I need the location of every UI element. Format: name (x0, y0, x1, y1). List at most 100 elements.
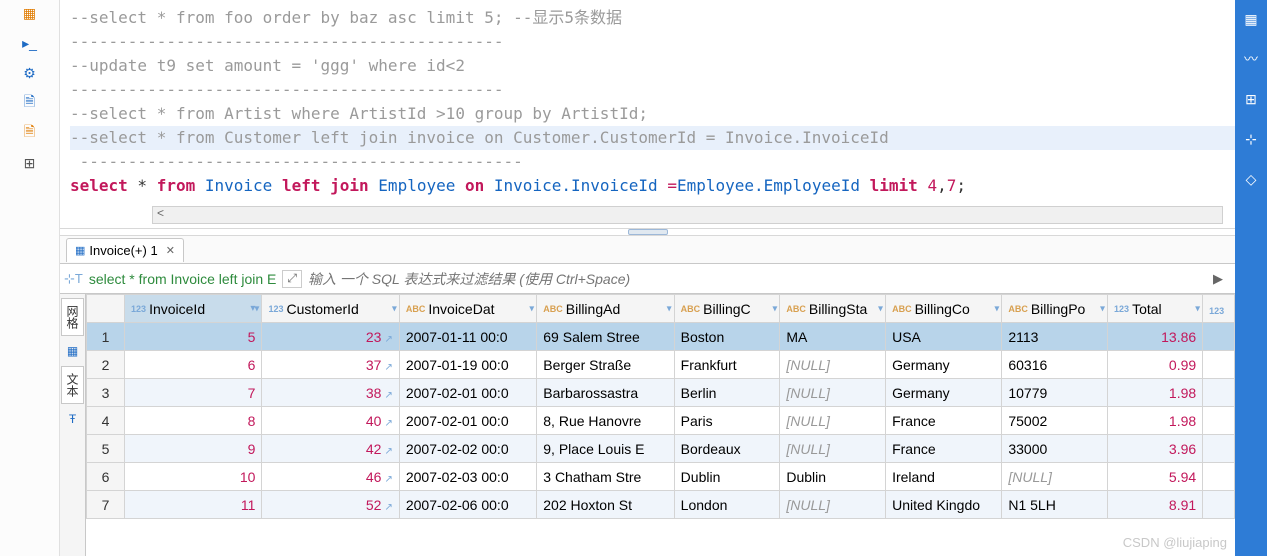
cell-billingpo[interactable]: 60316 (1002, 351, 1108, 379)
column-header-billingc[interactable]: ABCBillingC▾ (674, 295, 780, 323)
cell-invoiceid[interactable]: 11 (125, 491, 262, 519)
cell-total[interactable]: 3.96 (1108, 435, 1203, 463)
splitter-handle-icon[interactable] (628, 229, 668, 235)
cell-billingad[interactable]: 9, Place Louis E (537, 435, 674, 463)
cell-customerid[interactable]: 42↗ (262, 435, 399, 463)
arrow-right-icon[interactable]: ▶ (1205, 271, 1231, 287)
cell-invoiceid[interactable]: 6 (125, 351, 262, 379)
result-tab[interactable]: ▦ Invoice(+) 1 ✕ (66, 238, 184, 262)
script-icon[interactable]: ▦ (21, 4, 39, 22)
cell-billingc[interactable]: London (674, 491, 780, 519)
cell-billingad[interactable]: Barbarossastra (537, 379, 674, 407)
cell-billingad[interactable]: 8, Rue Hanovre (537, 407, 674, 435)
column-header-customerid[interactable]: 123CustomerId▾ (262, 295, 399, 323)
cell-billingc[interactable]: Boston (674, 323, 780, 351)
row-number[interactable]: 1 (87, 323, 125, 351)
cell-billingsta[interactable]: [NULL] (780, 379, 886, 407)
rail-table-icon[interactable]: ▦ (1242, 10, 1260, 28)
cell-billingpo[interactable]: 33000 (1002, 435, 1108, 463)
column-header-invoiceid[interactable]: 123InvoiceId▾▾ (125, 295, 262, 323)
rail-cube-icon[interactable]: ◇ (1242, 170, 1260, 188)
row-number[interactable]: 5 (87, 435, 125, 463)
cell-total[interactable]: 5.94 (1108, 463, 1203, 491)
corner-cell[interactable] (87, 295, 125, 323)
cell-billingc[interactable]: Bordeaux (674, 435, 780, 463)
cell-customerid[interactable]: 52↗ (262, 491, 399, 519)
cell-billingsta[interactable]: [NULL] (780, 351, 886, 379)
table-row[interactable]: 61046↗2007-02-03 00:03 Chatham StreDubli… (87, 463, 1235, 491)
cell-billingsta[interactable]: [NULL] (780, 407, 886, 435)
cell-invoiceid[interactable]: 8 (125, 407, 262, 435)
cell-invoiceid[interactable]: 9 (125, 435, 262, 463)
cell-billingc[interactable]: Berlin (674, 379, 780, 407)
cell-invoicedat[interactable]: 2007-01-19 00:0 (399, 351, 536, 379)
cell-billingpo[interactable]: [NULL] (1002, 463, 1108, 491)
cell-billingco[interactable]: USA (886, 323, 1002, 351)
column-header-extra[interactable]: 123 (1203, 295, 1235, 323)
cell-billingpo[interactable]: N1 5LH (1002, 491, 1108, 519)
cell-billingc[interactable]: Frankfurt (674, 351, 780, 379)
row-number[interactable]: 7 (87, 491, 125, 519)
file-icon[interactable]: 🗎 (21, 94, 39, 112)
column-header-total[interactable]: 123Total▾ (1108, 295, 1203, 323)
cell-billingpo[interactable]: 10779 (1002, 379, 1108, 407)
cell-billingad[interactable]: 69 Salem Stree (537, 323, 674, 351)
cell-total[interactable]: 1.98 (1108, 407, 1203, 435)
cell-billingc[interactable]: Paris (674, 407, 780, 435)
cell-customerid[interactable]: 40↗ (262, 407, 399, 435)
close-icon[interactable]: ✕ (166, 244, 175, 257)
cell-invoiceid[interactable]: 10 (125, 463, 262, 491)
cell-invoicedat[interactable]: 2007-01-11 00:0 (399, 323, 536, 351)
rail-chart-icon[interactable]: 〰 (1242, 50, 1260, 68)
file-edit-icon[interactable]: 🗎 (21, 124, 39, 142)
cell-billingco[interactable]: Ireland (886, 463, 1002, 491)
side-tab-text[interactable]: 文本 (61, 366, 84, 404)
column-header-billingpo[interactable]: ABCBillingPo▾ (1002, 295, 1108, 323)
cell-invoiceid[interactable]: 5 (125, 323, 262, 351)
cell-customerid[interactable]: 38↗ (262, 379, 399, 407)
table-row[interactable]: 4840↗2007-02-01 00:08, Rue HanovreParis[… (87, 407, 1235, 435)
console-icon[interactable]: ▸_ (21, 34, 39, 52)
rail-dashboard-icon[interactable]: ⊞ (1242, 90, 1260, 108)
cell-billingco[interactable]: France (886, 407, 1002, 435)
cell-billingad[interactable]: Berger Straße (537, 351, 674, 379)
cell-billingpo[interactable]: 2113 (1002, 323, 1108, 351)
cell-total[interactable]: 8.91 (1108, 491, 1203, 519)
cell-billingsta[interactable]: [NULL] (780, 491, 886, 519)
filter-query-icon[interactable]: ⊹T (64, 271, 83, 287)
row-number[interactable]: 2 (87, 351, 125, 379)
table-row[interactable]: 1523↗2007-01-11 00:069 Salem StreeBoston… (87, 323, 1235, 351)
row-number[interactable]: 3 (87, 379, 125, 407)
rail-tree-icon[interactable]: ⊹ (1242, 130, 1260, 148)
side-tab-grid[interactable]: 网格 (61, 298, 84, 336)
cell-customerid[interactable]: 37↗ (262, 351, 399, 379)
cell-invoicedat[interactable]: 2007-02-01 00:0 (399, 407, 536, 435)
text-small-icon[interactable]: Ŧ (69, 412, 76, 426)
grid-small-icon[interactable]: ▦ (67, 344, 78, 358)
cell-total[interactable]: 0.99 (1108, 351, 1203, 379)
cell-billingsta[interactable]: [NULL] (780, 435, 886, 463)
table-row[interactable]: 5942↗2007-02-02 00:09, Place Louis EBord… (87, 435, 1235, 463)
column-header-invoicedat[interactable]: ABCInvoiceDat▾ (399, 295, 536, 323)
cell-customerid[interactable]: 46↗ (262, 463, 399, 491)
cell-invoicedat[interactable]: 2007-02-06 00:0 (399, 491, 536, 519)
sql-editor[interactable]: --select * from foo order by baz asc lim… (60, 0, 1235, 204)
cell-customerid[interactable]: 23↗ (262, 323, 399, 351)
column-header-billingsta[interactable]: ABCBillingSta▾ (780, 295, 886, 323)
table-row[interactable]: 3738↗2007-02-01 00:0BarbarossastraBerlin… (87, 379, 1235, 407)
cell-invoiceid[interactable]: 7 (125, 379, 262, 407)
editor-scrollbar[interactable] (152, 206, 1223, 224)
cell-billingco[interactable]: Germany (886, 379, 1002, 407)
results-grid[interactable]: 123InvoiceId▾▾123CustomerId▾ABCInvoiceDa… (86, 294, 1235, 556)
cell-billingco[interactable]: Germany (886, 351, 1002, 379)
table-row[interactable]: 2637↗2007-01-19 00:0Berger Straße Frankf… (87, 351, 1235, 379)
column-header-billingad[interactable]: ABCBillingAd▾ (537, 295, 674, 323)
cell-invoicedat[interactable]: 2007-02-02 00:0 (399, 435, 536, 463)
filter-input[interactable] (308, 271, 1199, 287)
cell-total[interactable]: 1.98 (1108, 379, 1203, 407)
cell-total[interactable]: 13.86 (1108, 323, 1203, 351)
gear-icon[interactable]: ⚙ (21, 64, 39, 82)
cell-billingpo[interactable]: 75002 (1002, 407, 1108, 435)
cell-billingsta[interactable]: MA (780, 323, 886, 351)
cell-billingad[interactable]: 202 Hoxton St (537, 491, 674, 519)
